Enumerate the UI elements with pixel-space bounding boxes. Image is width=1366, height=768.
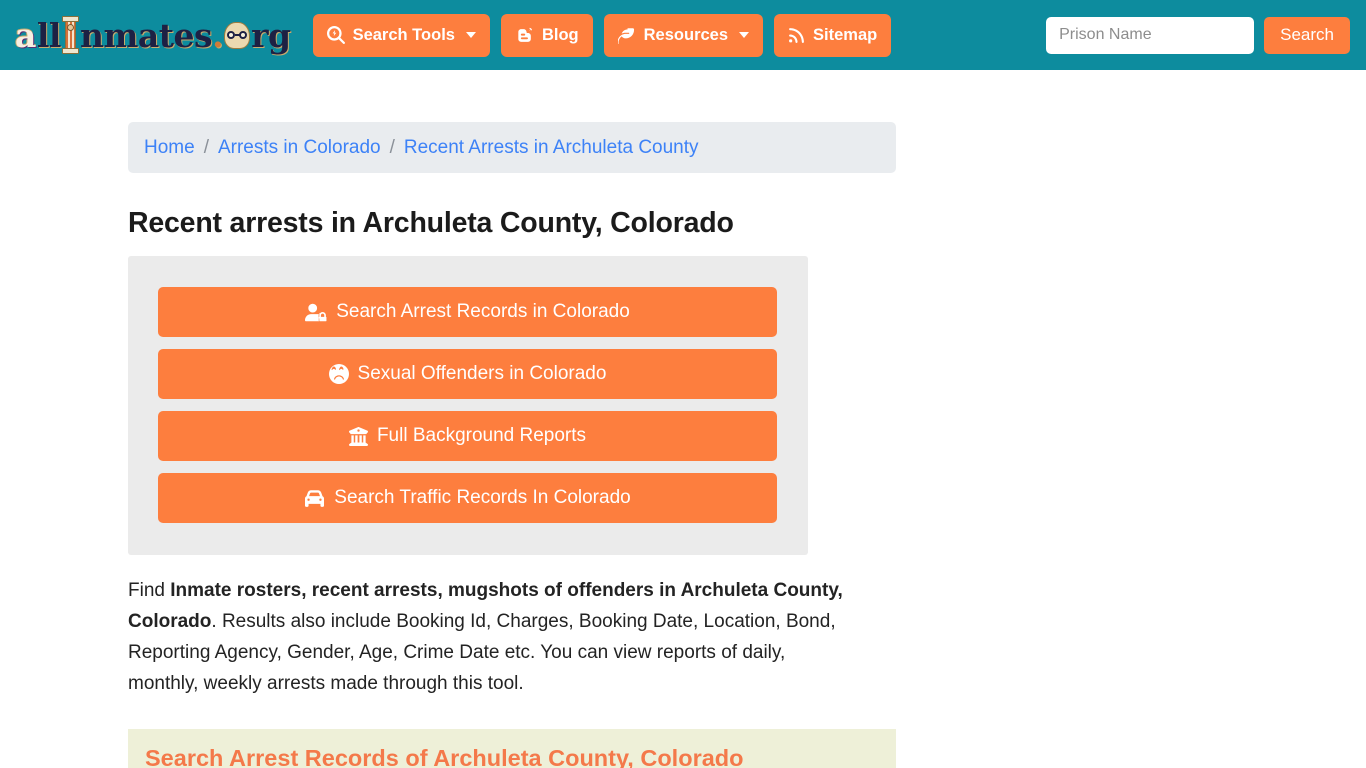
user-lock-icon	[305, 303, 327, 322]
search-input[interactable]	[1046, 16, 1255, 54]
blogger-icon	[515, 26, 534, 45]
nav-resources-button[interactable]: Resources	[603, 13, 764, 57]
logo-letters-ll: ll	[36, 15, 62, 55]
full-background-reports-label: Full Background Reports	[376, 425, 587, 446]
search-submit-button[interactable]: Search	[1264, 16, 1350, 54]
full-background-reports-button[interactable]: Full Background Reports	[158, 411, 777, 461]
chevron-down-icon	[739, 32, 750, 38]
logo-letter-a: a	[15, 15, 36, 55]
logo-dot: .	[212, 15, 224, 55]
seedling-icon	[617, 26, 636, 44]
search-arrest-records-label: Search Arrest Records in Colorado	[336, 301, 630, 322]
search-bolt-icon	[326, 26, 345, 44]
nav-sitemap-label: Sitemap	[813, 25, 878, 44]
breadcrumb-item-current[interactable]: Recent Arrests in Archuleta County	[404, 137, 699, 159]
nav-sitemap-button[interactable]: Sitemap	[774, 13, 892, 57]
site-logo[interactable]: a ll nmates. rg	[14, 13, 291, 57]
breadcrumb-separator: /	[389, 136, 395, 158]
sexual-offenders-button[interactable]: Sexual Offenders in Colorado	[158, 349, 777, 399]
nav-blog-label: Blog	[541, 25, 579, 44]
car-icon	[304, 489, 325, 508]
intro-lead: Find	[128, 580, 171, 601]
content-container: Home / Arrests in Colorado / Recent Arre…	[128, 70, 896, 768]
section-banner-heading: Search Arrest Records of Archuleta Count…	[145, 745, 744, 768]
logo-wordmark: a ll nmates. rg	[14, 16, 291, 54]
action-buttons-panel: Search Arrest Records in Colorado Sexual…	[128, 256, 808, 555]
page-body: Home / Arrests in Colorado / Recent Arre…	[0, 70, 1366, 768]
breadcrumb-separator: /	[203, 136, 209, 158]
chevron-down-icon	[465, 32, 476, 38]
intro-paragraph: Find Inmate rosters, recent arrests, mug…	[128, 575, 852, 699]
header-search-form: Search	[1046, 16, 1350, 54]
logo-skull-glasses-icon	[224, 21, 251, 49]
breadcrumb-item-arrests-colorado[interactable]: Arrests in Colorado	[218, 137, 381, 159]
search-arrest-records-button[interactable]: Search Arrest Records in Colorado	[158, 287, 777, 337]
breadcrumb: Home / Arrests in Colorado / Recent Arre…	[128, 122, 896, 173]
primary-navigation: Search Tools Blog Resources Sitemap	[312, 13, 892, 57]
nav-search-tools-label: Search Tools	[352, 25, 455, 44]
sexual-offenders-label: Sexual Offenders in Colorado	[357, 363, 607, 384]
frown-face-icon	[328, 364, 349, 384]
intro-rest: . Results also include Booking Id, Charg…	[128, 611, 836, 694]
search-traffic-records-label: Search Traffic Records In Colorado	[334, 487, 631, 508]
landmark-icon	[348, 426, 368, 446]
search-traffic-records-button[interactable]: Search Traffic Records In Colorado	[158, 473, 777, 523]
logo-letters-rg: rg	[251, 15, 291, 55]
page-title: Recent arrests in Archuleta County, Colo…	[128, 207, 734, 239]
site-header: a ll nmates. rg Search Tools Blog Resour…	[0, 0, 1366, 70]
nav-resources-label: Resources	[643, 25, 729, 44]
nav-blog-button[interactable]: Blog	[500, 13, 593, 57]
section-banner: Search Arrest Records of Archuleta Count…	[128, 729, 896, 768]
nav-search-tools-button[interactable]: Search Tools	[312, 13, 490, 57]
logo-letters-nmates: nmates	[79, 15, 213, 55]
rss-icon	[788, 27, 805, 44]
breadcrumb-item-home[interactable]: Home	[144, 137, 195, 159]
logo-column-inmate-icon	[61, 16, 79, 54]
